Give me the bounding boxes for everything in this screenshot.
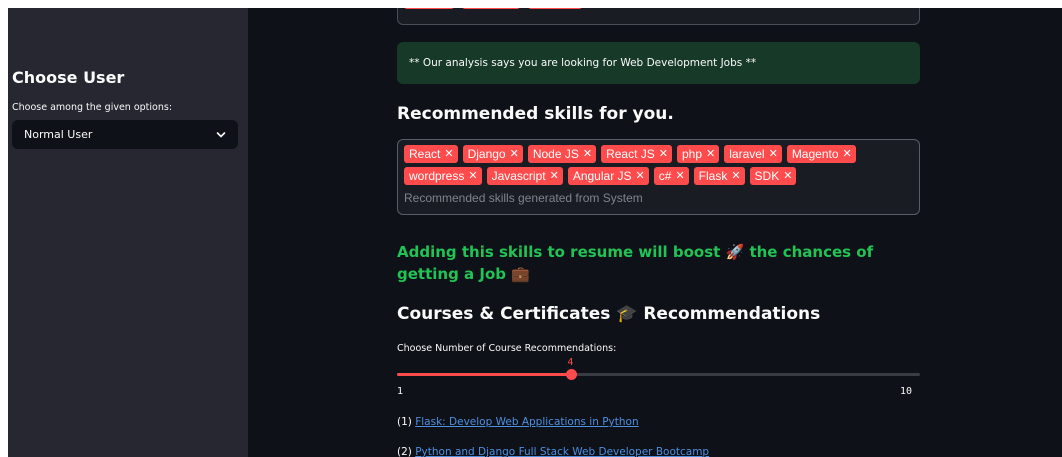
- skill-tag-label: Angular JS: [572, 169, 632, 183]
- course-count-label: Choose Number of Course Recommendations:: [397, 343, 617, 354]
- recommended-skills-input[interactable]: React ✕ Django ✕ Node JS ✕ React JS ✕ php ✕ larave…: [397, 139, 920, 215]
- skill-tag[interactable]: React ✕: [404, 145, 458, 163]
- user-select-label: Choose among the given options:: [12, 102, 173, 113]
- close-icon[interactable]: ✕: [706, 145, 715, 163]
- close-icon[interactable]: ✕: [636, 167, 645, 185]
- course-link[interactable]: Python and Django Full Stack Web Develop…: [415, 446, 709, 457]
- user-type-select-value: Normal User: [24, 128, 93, 141]
- skill-tag-clipped[interactable]: [528, 8, 582, 9]
- skill-tag[interactable]: wordpress ✕: [404, 167, 482, 185]
- analysis-alert: ** Our analysis says you are looking for…: [397, 42, 920, 84]
- skill-tag[interactable]: Javascript ✕: [486, 167, 563, 185]
- skill-tag[interactable]: c# ✕: [653, 167, 689, 185]
- course-item: (1) Flask: Develop Web Applications in P…: [397, 416, 639, 428]
- courses-heading: Courses & Certificates 🎓 Recommendations: [397, 304, 821, 324]
- skill-tag-label: SDK: [754, 169, 780, 183]
- boost-message: Adding this skills to resume will boost …: [397, 243, 874, 283]
- course-index: (1): [397, 416, 412, 428]
- slider-fill: [397, 373, 572, 376]
- skills-placeholder: Recommended skills generated from System: [404, 191, 643, 205]
- course-link[interactable]: Flask: Develop Web Applications in Pytho…: [415, 416, 638, 428]
- alert-text: ** Our analysis says you are looking for…: [409, 57, 757, 69]
- skill-tag-label: React: [409, 147, 441, 161]
- close-icon[interactable]: ✕: [583, 145, 592, 163]
- skill-tag-clipped[interactable]: [462, 8, 520, 9]
- skill-tag[interactable]: laravel ✕: [724, 145, 782, 163]
- close-icon[interactable]: ✕: [659, 145, 668, 163]
- skill-tag-label: Django: [467, 147, 506, 161]
- skill-tag-label: Flask: [698, 169, 728, 183]
- skill-tag-label: Javascript: [491, 169, 546, 183]
- skill-tag-label: Magento: [791, 147, 839, 161]
- skill-tag[interactable]: Angular JS ✕: [567, 167, 649, 185]
- skill-tag-label: React JS: [606, 147, 655, 161]
- course-index: (2): [397, 446, 412, 457]
- skill-tag-label: laravel: [729, 147, 765, 161]
- sidebar-title: Choose User: [12, 68, 125, 87]
- skill-tag[interactable]: SDK ✕: [749, 167, 797, 185]
- user-type-select[interactable]: Normal User: [12, 120, 238, 149]
- chevron-down-icon: [216, 131, 226, 138]
- close-icon[interactable]: ✕: [444, 145, 453, 163]
- slider-max: 10: [900, 386, 913, 397]
- close-icon[interactable]: ✕: [468, 167, 477, 185]
- skill-tag[interactable]: php ✕: [676, 145, 720, 163]
- course-item: (2) Python and Django Full Stack Web Dev…: [397, 446, 709, 457]
- skill-tag[interactable]: Node JS ✕: [527, 145, 597, 163]
- skills-heading: Recommended skills for you.: [397, 104, 674, 124]
- skill-tag-clipped[interactable]: [404, 8, 454, 9]
- close-icon[interactable]: ✕: [675, 167, 684, 185]
- skill-tag-label: c#: [658, 169, 672, 183]
- skill-tags: React ✕ Django ✕ Node JS ✕ React JS ✕ php ✕ larave…: [404, 145, 913, 185]
- close-icon[interactable]: ✕: [550, 167, 559, 185]
- skill-tag-label: php: [681, 147, 703, 161]
- current-skills-box[interactable]: [397, 8, 920, 25]
- close-icon[interactable]: ✕: [769, 145, 778, 163]
- close-icon[interactable]: ✕: [843, 145, 852, 163]
- course-count-slider[interactable]: [397, 369, 920, 380]
- app: Choose User Choose among the given optio…: [0, 8, 1062, 457]
- skill-tag-label: wordpress: [409, 169, 465, 183]
- slider-min: 1: [397, 386, 404, 397]
- close-icon[interactable]: ✕: [783, 167, 792, 185]
- course-count-value: 4: [567, 357, 574, 368]
- slider-thumb[interactable]: [566, 369, 578, 380]
- skill-tag[interactable]: Magento ✕: [786, 145, 856, 163]
- skill-tag-label: Node JS: [532, 147, 579, 161]
- sidebar: Choose User Choose among the given optio…: [8, 8, 248, 457]
- skill-tag[interactable]: Django ✕: [462, 145, 523, 163]
- close-icon[interactable]: ✕: [731, 167, 740, 185]
- close-icon[interactable]: ✕: [510, 145, 519, 163]
- skill-tag[interactable]: React JS ✕: [601, 145, 672, 163]
- main-content: ** Our analysis says you are looking for…: [248, 8, 1062, 457]
- skill-tag[interactable]: Flask ✕: [693, 167, 745, 185]
